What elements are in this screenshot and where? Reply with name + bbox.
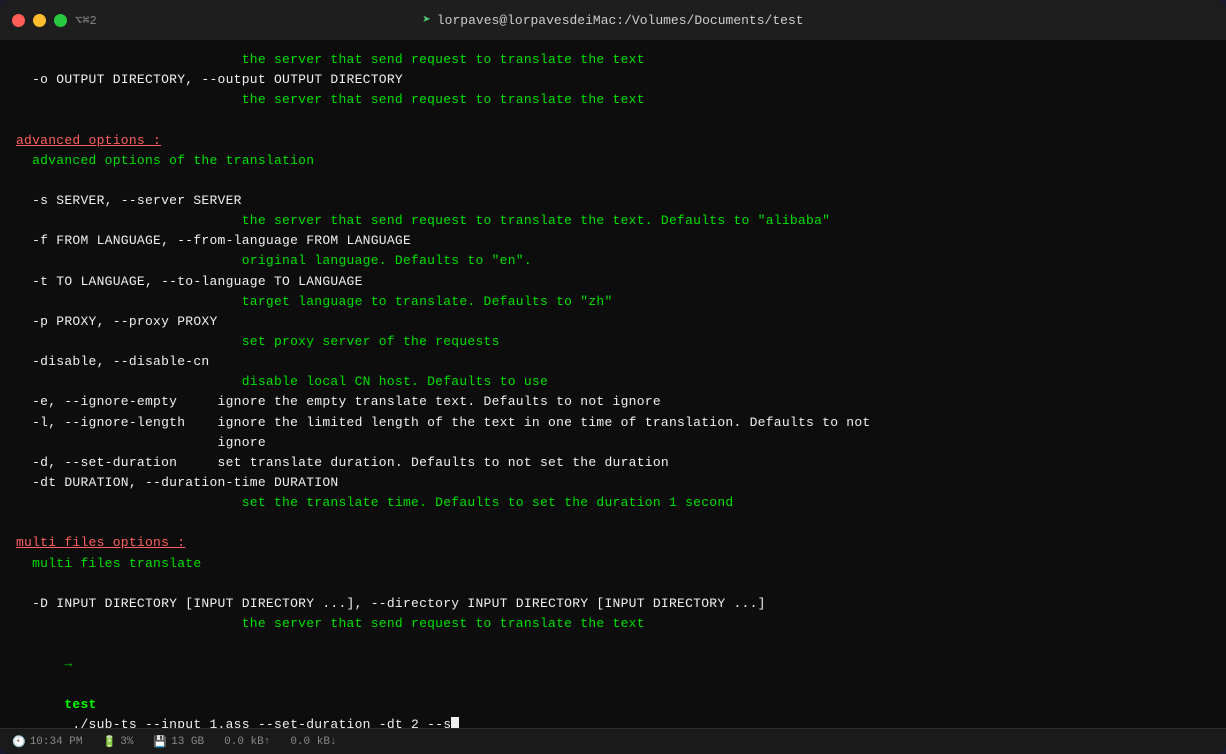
traffic-lights [12, 14, 67, 27]
window-title: ➤ lorpaves@lorpavesdeiMac:/Volumes/Docum… [422, 12, 803, 29]
line-length-cont: ignore [16, 433, 1210, 453]
close-button[interactable] [12, 14, 25, 27]
line-multi: multi files options : [16, 533, 1210, 553]
network-up-label: 0.0 kB↑ [224, 736, 270, 748]
line-length: -l, --ignore-length ignore the limited l… [16, 413, 1210, 433]
titlebar: ⌥⌘2 ➤ lorpaves@lorpavesdeiMac:/Volumes/D… [0, 0, 1226, 40]
line-2: -o OUTPUT DIRECTORY, --output OUTPUT DIR… [16, 70, 1210, 90]
line-dir-desc: the server that send request to translat… [16, 614, 1210, 634]
status-storage: 💾 13 GB [153, 735, 204, 749]
line-blank-2 [16, 171, 1210, 191]
line-blank-1 [16, 110, 1210, 130]
line-dir: -D INPUT DIRECTORY [INPUT DIRECTORY ...]… [16, 594, 1210, 614]
storage-icon: 💾 [153, 735, 167, 749]
status-network-down: 0.0 kB↓ [290, 736, 336, 748]
prompt-arrow: → [64, 656, 72, 671]
line-adv: advanced options : [16, 131, 1210, 151]
battery-icon: 🔋 [103, 735, 117, 749]
advanced-options-colon: : [145, 133, 161, 148]
line-to-desc: target language to translate. Defaults t… [16, 292, 1210, 312]
line-1: the server that send request to translat… [16, 50, 1210, 70]
line-proxy: -p PROXY, --proxy PROXY [16, 312, 1210, 332]
terminal-icon: ➤ [422, 12, 430, 29]
cursor [451, 717, 459, 728]
terminal-window: ⌥⌘2 ➤ lorpaves@lorpavesdeiMac:/Volumes/D… [0, 0, 1226, 754]
line-from: -f FROM LANGUAGE, --from-language FROM L… [16, 231, 1210, 251]
line-3: the server that send request to translat… [16, 90, 1210, 110]
title-text: lorpaves@lorpavesdeiMac:/Volumes/Documen… [437, 13, 804, 28]
maximize-button[interactable] [54, 14, 67, 27]
line-proxy-desc: set proxy server of the requests [16, 332, 1210, 352]
line-blank-3 [16, 513, 1210, 533]
line-empty: -e, --ignore-empty ignore the empty tran… [16, 392, 1210, 412]
line-server: -s SERVER, --server SERVER [16, 191, 1210, 211]
line-disable-desc: disable local CN host. Defaults to use [16, 372, 1210, 392]
storage-label: 13 GB [171, 736, 204, 748]
line-adv-desc: advanced options of the translation [16, 151, 1210, 171]
line-disable: -disable, --disable-cn [16, 352, 1210, 372]
cmd-args: ./sub-ts --input 1.ass --set-duration -d… [64, 717, 451, 728]
statusbar: 🕙 10:34 PM 🔋 3% 💾 13 GB 0.0 kB↑ 0.0 kB↓ [0, 728, 1226, 754]
line-to: -t TO LANGUAGE, --to-language TO LANGUAG… [16, 272, 1210, 292]
line-server-desc: the server that send request to translat… [16, 211, 1210, 231]
line-from-desc: original language. Defaults to "en". [16, 251, 1210, 271]
status-battery: 🔋 3% [103, 735, 134, 749]
status-time: 🕙 10:34 PM [12, 735, 83, 749]
line-dt-desc: set the translate time. Defaults to set … [16, 493, 1210, 513]
clock-icon: 🕙 [12, 735, 26, 749]
multi-files-label: multi files options [16, 535, 169, 550]
line-multi-desc: multi files translate [16, 554, 1210, 574]
cmd-name: test [64, 697, 96, 712]
line-duration: -d, --set-duration set translate duratio… [16, 453, 1210, 473]
terminal-body[interactable]: the server that send request to translat… [0, 40, 1226, 728]
line-dt: -dt DURATION, --duration-time DURATION [16, 473, 1210, 493]
status-network-up: 0.0 kB↑ [224, 736, 270, 748]
shortcut-label: ⌥⌘2 [75, 13, 97, 28]
line-cmd: → test ./sub-ts --input 1.ass --set-dura… [16, 634, 1210, 728]
multi-files-colon: : [169, 535, 185, 550]
time-label: 10:34 PM [30, 736, 83, 748]
battery-label: 3% [120, 736, 133, 748]
line-blank-4 [16, 574, 1210, 594]
network-down-label: 0.0 kB↓ [290, 736, 336, 748]
minimize-button[interactable] [33, 14, 46, 27]
advanced-options-label: advanced options [16, 133, 145, 148]
